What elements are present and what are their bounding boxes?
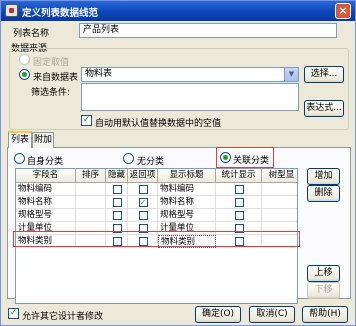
ok-button[interactable]: 确定(O) xyxy=(195,306,241,323)
cell-hidden xyxy=(106,209,128,222)
col-header-stat[interactable]: 统计显示 xyxy=(216,169,262,183)
returned-checkbox[interactable] xyxy=(138,211,148,220)
tab-extra-label: 附加 xyxy=(33,135,52,145)
table-select-value: 物料表 xyxy=(85,69,113,79)
fixed-value-radio[interactable] xyxy=(19,54,30,65)
table-row[interactable]: 物料编码 物料编码 xyxy=(16,183,297,196)
chevron-down-icon[interactable]: ▼ xyxy=(284,68,298,81)
stat-checkbox[interactable] xyxy=(234,185,244,194)
cell-hidden xyxy=(106,183,128,196)
cell-tree[interactable] xyxy=(262,209,297,222)
from-table-label: 来自数据表 xyxy=(33,73,79,83)
cell-field: 规格型号 xyxy=(16,209,76,222)
self-class-label: 自身分类 xyxy=(27,157,64,167)
expression-button[interactable]: 表达式... xyxy=(304,100,344,117)
auto-replace-label: 自动用默认值替换数据中的空值 xyxy=(95,119,222,129)
filter-textarea[interactable] xyxy=(81,83,299,111)
move-down-button[interactable]: 下移 xyxy=(307,282,340,299)
stat-checkbox[interactable] xyxy=(234,211,244,220)
tab-list[interactable]: 列表 xyxy=(8,131,32,148)
row-highlight xyxy=(13,231,300,247)
cell-field: 物料名称 xyxy=(16,196,76,209)
list-name-input[interactable]: 产品列表 xyxy=(79,23,337,38)
cell-field: 物料编码 xyxy=(16,183,76,196)
stat-checkbox[interactable] xyxy=(234,198,244,207)
hidden-checkbox[interactable] xyxy=(112,198,122,207)
add-button[interactable]: 增加 xyxy=(307,168,340,185)
list-name-label: 列表名称 xyxy=(13,29,50,39)
fixed-value-label: 固定取值 xyxy=(33,58,70,68)
table-row[interactable]: 物料名称 ✓ 物料名称 xyxy=(16,196,297,209)
cell-stat xyxy=(216,209,262,222)
returned-checkbox[interactable] xyxy=(138,185,148,194)
col-header-field[interactable]: 字段名 xyxy=(16,169,76,183)
tab-list-label: 列表 xyxy=(10,135,29,145)
no-class-label: 无分类 xyxy=(137,157,165,167)
cell-returned xyxy=(128,183,158,196)
from-table-radio[interactable] xyxy=(19,69,30,80)
col-header-tree[interactable]: 树型显 xyxy=(262,169,297,183)
auto-replace-checkbox[interactable]: ✓ xyxy=(81,115,92,126)
col-header-returned[interactable]: 返回项 xyxy=(128,169,158,183)
cell-tree[interactable] xyxy=(262,183,297,196)
cell-returned xyxy=(128,209,158,222)
related-class-radio[interactable] xyxy=(220,152,231,163)
hidden-checkbox[interactable] xyxy=(112,185,122,194)
move-up-button[interactable]: 上移 xyxy=(307,265,340,282)
cell-title[interactable]: 规格型号 xyxy=(158,209,216,222)
col-header-title[interactable]: 显示标题 xyxy=(158,169,216,183)
help-button[interactable]: 帮助(H) xyxy=(302,306,348,323)
cell-sort[interactable] xyxy=(76,196,106,209)
returned-checkbox[interactable]: ✓ xyxy=(138,198,148,207)
cell-stat xyxy=(216,196,262,209)
allow-others-checkbox[interactable]: ✓ xyxy=(8,308,19,319)
cell-title[interactable]: 物料编码 xyxy=(158,183,216,196)
close-button[interactable]: × xyxy=(335,3,351,19)
cancel-button[interactable]: 取消(C) xyxy=(249,306,295,323)
select-button[interactable]: 选择... xyxy=(304,66,344,83)
tab-extra[interactable]: 附加 xyxy=(32,132,54,148)
table-select[interactable]: 物料表 ▼ xyxy=(81,67,299,82)
self-class-radio[interactable] xyxy=(14,153,25,164)
cell-returned: ✓ xyxy=(128,196,158,209)
cell-tree[interactable] xyxy=(262,196,297,209)
cell-sort[interactable] xyxy=(76,183,106,196)
filter-label: 筛选条件: xyxy=(31,88,71,98)
app-icon xyxy=(5,4,18,17)
hidden-checkbox[interactable] xyxy=(112,211,122,220)
allow-others-label: 允许其它设计者修改 xyxy=(22,312,104,322)
window-title: 定义列表数据线范 xyxy=(22,8,99,19)
delete-button[interactable]: 删除 xyxy=(307,185,340,202)
related-class-label: 关联分类 xyxy=(233,156,270,166)
cell-title[interactable]: 物料名称 xyxy=(158,196,216,209)
cell-stat xyxy=(216,183,262,196)
no-class-radio[interactable] xyxy=(123,153,134,164)
grid-header: 字段名 排序 隐藏 返回项 显示标题 统计显示 树型显 xyxy=(16,169,297,183)
title-bar[interactable]: 定义列表数据线范 × xyxy=(1,1,355,21)
col-header-hidden[interactable]: 隐藏 xyxy=(106,169,128,183)
close-icon: × xyxy=(338,4,348,17)
col-header-sort[interactable]: 排序 xyxy=(76,169,106,183)
cell-sort[interactable] xyxy=(76,209,106,222)
table-row[interactable]: 规格型号 规格型号 xyxy=(16,209,297,222)
cell-hidden xyxy=(106,196,128,209)
dialog-window: 定义列表数据线范 × 列表名称 产品列表 数据来源 固定取值 来自数据表 物料表… xyxy=(0,0,356,326)
